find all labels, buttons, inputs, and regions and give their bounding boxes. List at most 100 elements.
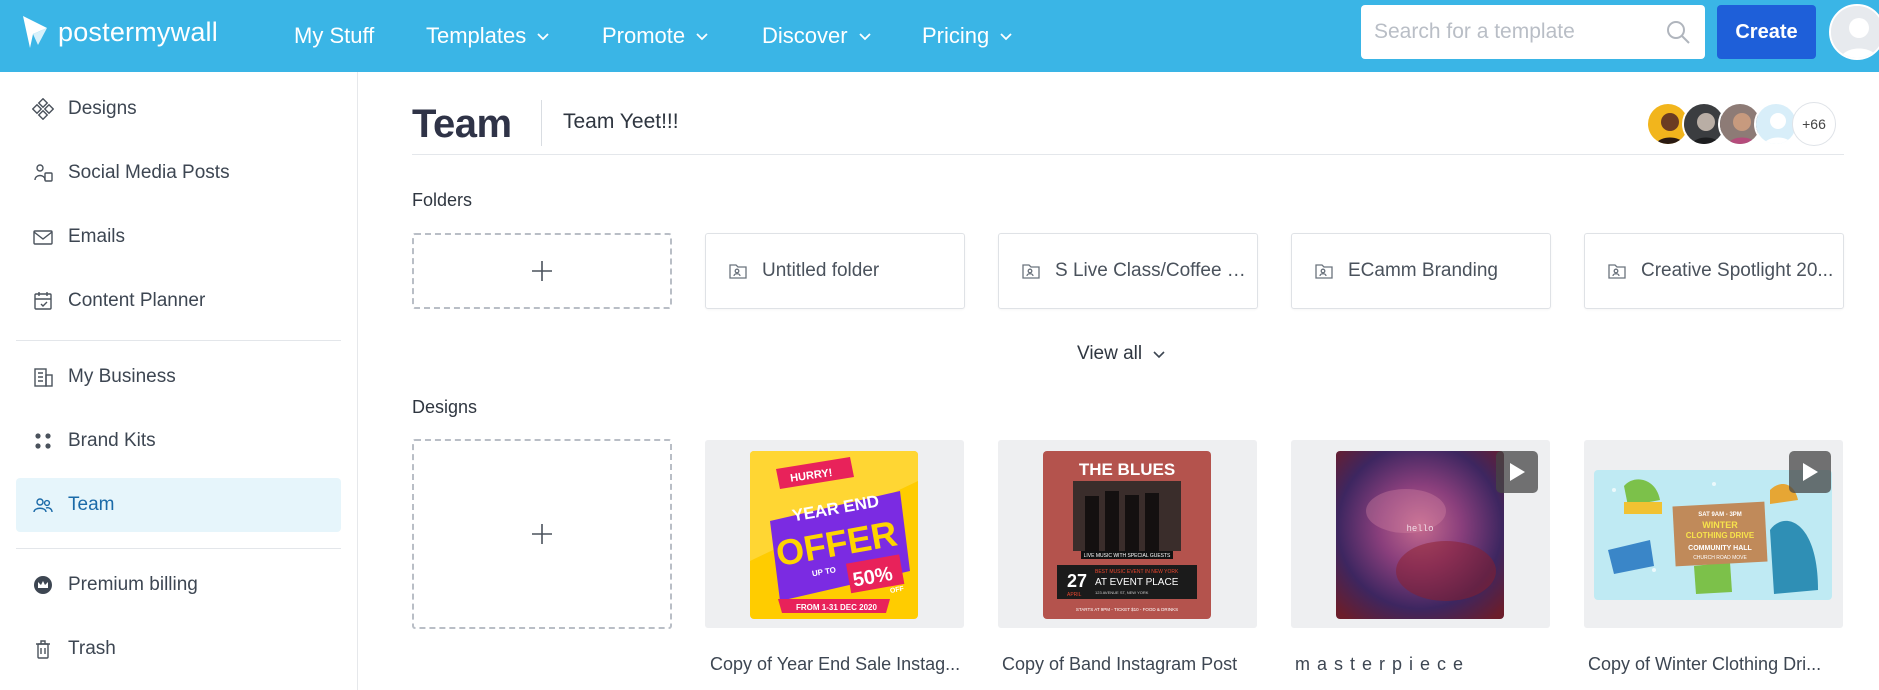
social-media-icon: [34, 164, 53, 182]
calendar-icon: [34, 292, 52, 310]
sidebar-item-brand-kits[interactable]: Brand Kits: [16, 414, 341, 468]
nav-promote[interactable]: Promote: [602, 18, 709, 54]
add-design-button[interactable]: [412, 439, 672, 629]
sidebar-item-trash[interactable]: Trash: [16, 622, 341, 676]
main-content: Team Team Yeet!!! +66 Folders Untitled f…: [358, 72, 1879, 690]
thumb-text: COMMUNITY HALL: [1688, 545, 1752, 552]
thumb-text: THE BLUES: [1079, 460, 1175, 479]
chevron-down-icon: [537, 33, 549, 41]
thumb-text: AT EVENT PLACE: [1095, 577, 1179, 588]
sidebar-item-social-media-posts[interactable]: Social Media Posts: [16, 146, 341, 200]
thumb-text: 27: [1067, 571, 1087, 591]
folder-card[interactable]: ECamm Branding: [1291, 233, 1551, 309]
sidebar-divider: [16, 548, 341, 549]
the-blues-thumbnail: THE BLUES LIVE MUSIC WITH SPECIAL GUESTS…: [1043, 451, 1211, 619]
header-divider: [412, 154, 1844, 155]
nav-my-stuff-label: My Stuff: [294, 23, 375, 48]
search-input[interactable]: [1374, 7, 1664, 57]
design-card[interactable]: hello: [1291, 440, 1550, 628]
title-divider: [541, 100, 542, 146]
design-name[interactable]: Copy of Band Instagram Post: [1002, 654, 1267, 675]
nav-templates[interactable]: Templates: [426, 18, 550, 54]
sidebar-item-content-planner[interactable]: Content Planner: [16, 274, 341, 328]
designs-heading: Designs: [412, 397, 478, 417]
sidebar-item-label: Social Media Posts: [68, 162, 230, 183]
search-box: [1361, 5, 1705, 59]
design-card[interactable]: SAT 9AM - 3PM WINTER CLOTHING DRIVE COMM…: [1584, 440, 1843, 628]
sidebar-item-emails[interactable]: Emails: [16, 210, 341, 264]
play-button[interactable]: [1496, 451, 1538, 493]
team-icon: [33, 498, 53, 513]
design-card[interactable]: THE BLUES LIVE MUSIC WITH SPECIAL GUESTS…: [998, 440, 1257, 628]
view-all-folders-button[interactable]: View all: [1077, 343, 1166, 365]
thumb-text: WINTER: [1702, 520, 1738, 530]
create-button[interactable]: Create: [1717, 5, 1816, 59]
sidebar-item-my-business[interactable]: My Business: [16, 350, 341, 404]
sidebar-divider: [16, 340, 341, 341]
thumb-text: CLOTHING DRIVE: [1686, 531, 1755, 540]
nav-discover-label: Discover: [762, 23, 848, 48]
sidebar-item-premium-billing[interactable]: Premium billing: [16, 558, 341, 612]
design-card[interactable]: HURRY! YEAR END OFFER UP TO 50% OFF FROM…: [705, 440, 964, 628]
sidebar: Designs Social Media Posts Emails Conten…: [0, 72, 358, 690]
add-folder-button[interactable]: [412, 233, 672, 309]
thumb-text: FROM 1-31 DEC 2020: [796, 603, 877, 612]
folder-name: ECamm Branding: [1348, 260, 1498, 281]
user-avatar[interactable]: [1829, 4, 1879, 60]
plus-icon: [532, 524, 552, 544]
shared-folder-icon: [1022, 264, 1040, 279]
shared-folder-icon: [1608, 264, 1626, 279]
play-icon: [1510, 463, 1525, 481]
brand-name: postermywall: [58, 16, 218, 47]
design-thumbnail: hello: [1336, 451, 1504, 619]
thumb-text: APRIL: [1067, 592, 1082, 598]
folder-card[interactable]: S Live Class/Coffee Br...: [998, 233, 1258, 309]
chevron-down-icon: [696, 33, 708, 41]
user-avatar-icon: [1831, 6, 1879, 58]
logo-mark-icon: [23, 16, 47, 48]
play-icon: [1803, 463, 1818, 481]
shared-folder-icon: [1315, 264, 1333, 279]
folder-name: Untitled folder: [762, 260, 880, 281]
thumb-text: hello: [1406, 524, 1433, 534]
sidebar-item-team[interactable]: Team: [16, 478, 341, 532]
postermywall-logo[interactable]: postermywall: [20, 14, 218, 50]
thumb-text: SAT 9AM - 3PM: [1698, 512, 1742, 518]
folder-card[interactable]: Creative Spotlight 20...: [1584, 233, 1844, 309]
design-name[interactable]: m a s t e r p i e c e: [1295, 654, 1560, 675]
nav-discover[interactable]: Discover: [762, 18, 872, 54]
design-name[interactable]: Copy of Year End Sale Instag...: [710, 654, 975, 675]
plus-icon: [532, 261, 552, 281]
thumb-text: STARTS AT 9PM - TICKET $10 - FOOD & DRIN…: [1076, 607, 1178, 612]
trash-icon: [36, 640, 50, 659]
page-title: Team: [412, 102, 512, 146]
nav-templates-label: Templates: [426, 23, 527, 48]
brand-kit-icon: [35, 433, 51, 449]
team-members[interactable]: +66: [1646, 102, 1836, 146]
design-name[interactable]: Copy of Winter Clothing Dri...: [1588, 654, 1853, 675]
chevron-down-icon: [1000, 33, 1012, 41]
sidebar-item-label: Trash: [68, 638, 116, 659]
sidebar-item-label: Emails: [68, 226, 126, 247]
nav-pricing[interactable]: Pricing: [922, 18, 1013, 54]
folder-name: S Live Class/Coffee Br...: [1055, 260, 1255, 281]
nav-pricing-label: Pricing: [922, 23, 990, 48]
sidebar-item-label: Content Planner: [68, 290, 206, 311]
chevron-down-icon: [858, 33, 871, 41]
nebula-thumbnail: hello: [1336, 451, 1504, 619]
chevron-down-icon: [1153, 351, 1165, 359]
folder-card[interactable]: Untitled folder: [705, 233, 965, 309]
member-overflow-count[interactable]: +66: [1792, 102, 1836, 146]
sidebar-item-label: My Business: [68, 366, 176, 387]
nav-promote-label: Promote: [602, 23, 686, 48]
search-icon[interactable]: [1665, 19, 1691, 45]
sidebar-item-designs[interactable]: Designs: [16, 82, 341, 136]
thumb-text: LIVE MUSIC WITH SPECIAL GUESTS: [1084, 553, 1171, 559]
email-icon: [33, 230, 53, 245]
building-icon: [34, 368, 53, 387]
play-button[interactable]: [1789, 451, 1831, 493]
nav-my-stuff[interactable]: My Stuff: [294, 18, 374, 54]
top-navigation-bar: postermywall My Stuff Templates Promote …: [0, 0, 1879, 72]
sidebar-item-label: Team: [68, 494, 115, 515]
team-name: Team Yeet!!!: [563, 110, 679, 133]
